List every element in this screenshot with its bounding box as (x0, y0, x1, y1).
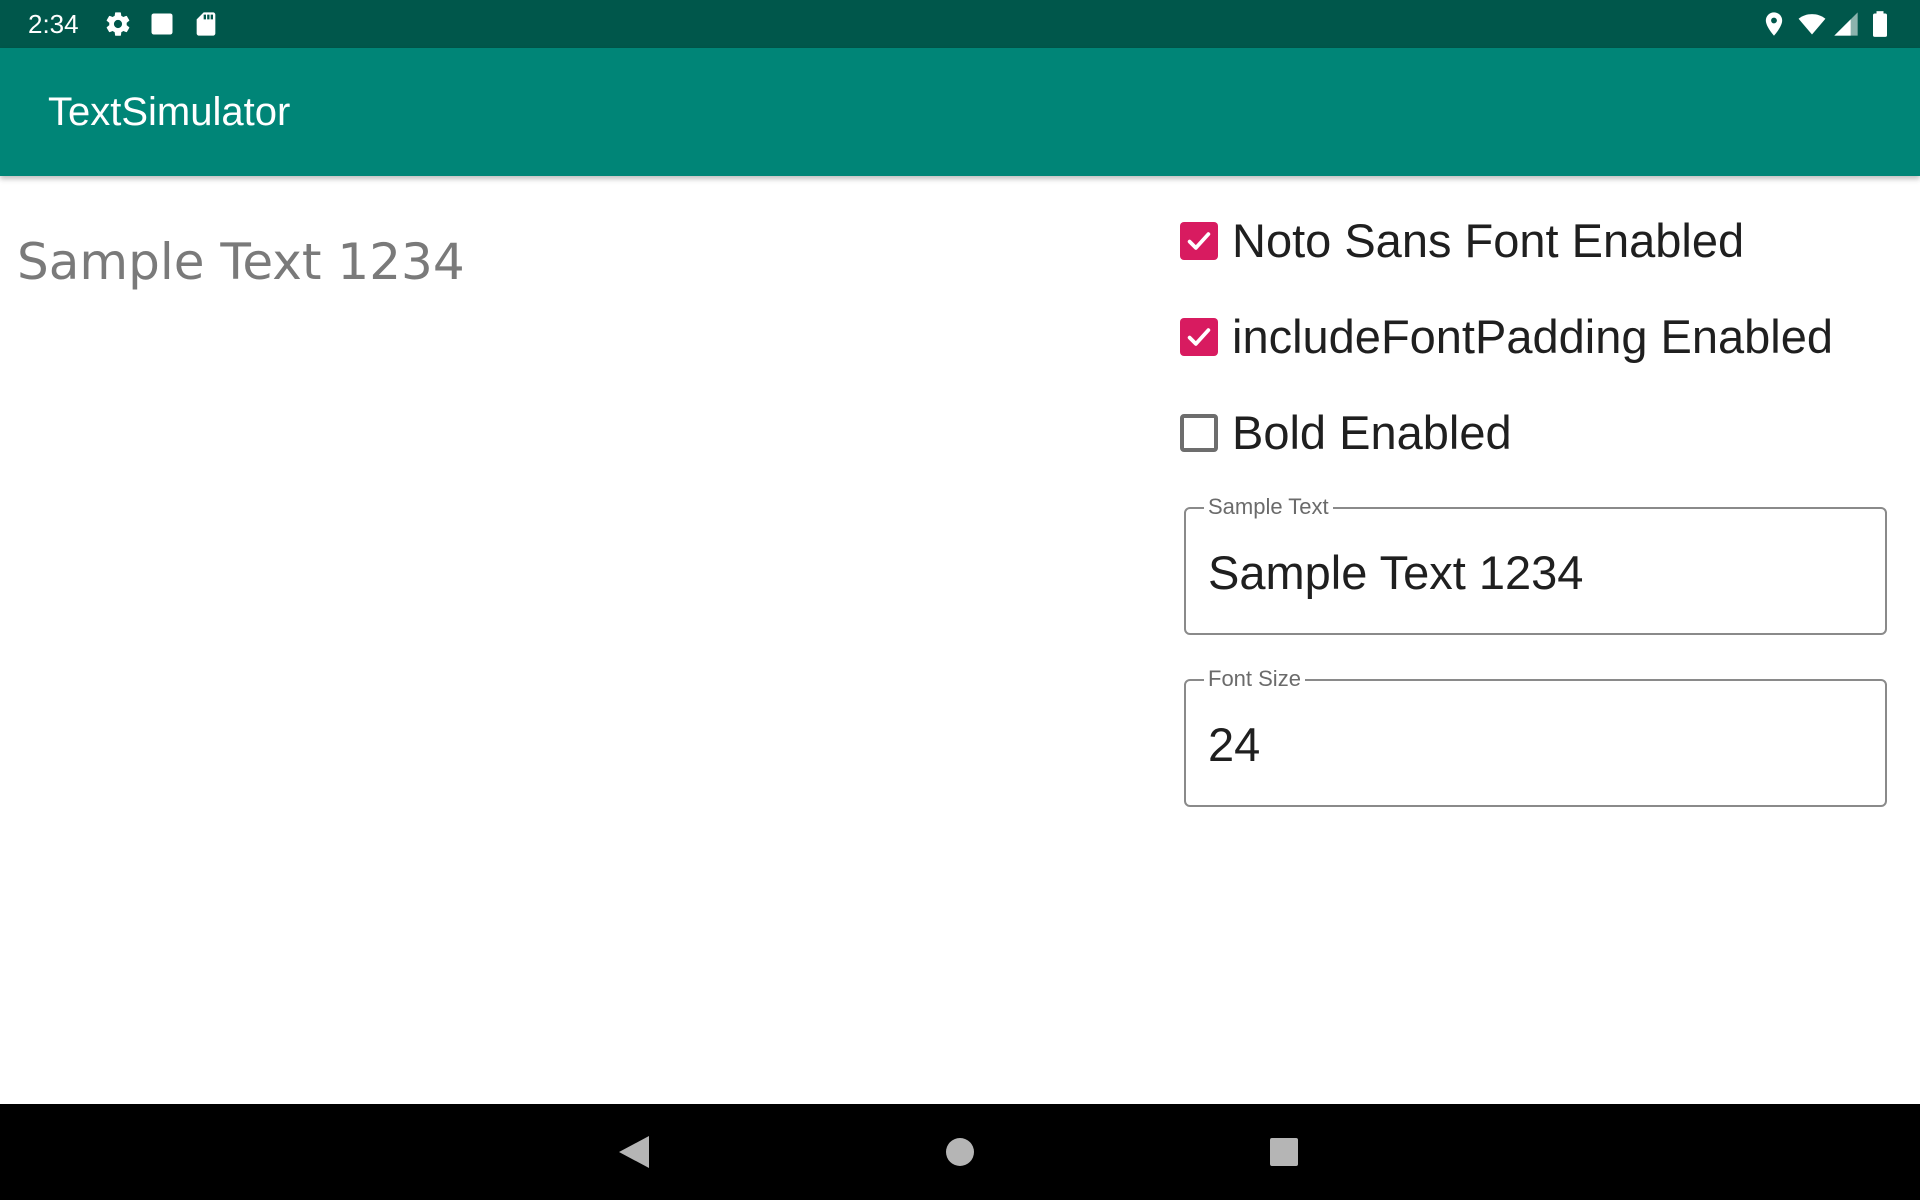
checkmark-icon (1187, 328, 1211, 346)
noto-sans-checkbox[interactable] (1180, 222, 1218, 260)
cell-signal-icon (1832, 10, 1860, 38)
home-icon[interactable] (940, 1132, 980, 1172)
recents-icon[interactable] (1264, 1132, 1304, 1172)
sample-text-field-label: Sample Text (1204, 494, 1333, 520)
bold-checkbox[interactable] (1180, 414, 1218, 452)
bold-option[interactable]: Bold Enabled (1180, 403, 1512, 463)
include-font-padding-label: includeFontPadding Enabled (1232, 310, 1834, 363)
navigation-bar (0, 1104, 1920, 1200)
checkmark-icon (1187, 232, 1211, 250)
bold-label: Bold Enabled (1232, 406, 1512, 459)
font-size-field-label: Font Size (1204, 666, 1305, 692)
status-bar: 2:34 (0, 0, 1920, 48)
noto-sans-label: Noto Sans Font Enabled (1232, 214, 1745, 267)
battery-icon (1866, 10, 1894, 38)
sd-card-icon (192, 10, 220, 38)
status-time: 2:34 (28, 9, 79, 39)
sample-text-input[interactable]: Sample Text 1234 (1208, 545, 1583, 601)
preview-text: Sample Text 1234 (17, 233, 465, 291)
noto-sans-option[interactable]: Noto Sans Font Enabled (1180, 211, 1744, 271)
font-size-input[interactable]: 24 (1208, 717, 1260, 773)
sample-text-field[interactable]: Sample Text Sample Text 1234 (1184, 494, 1887, 635)
include-font-padding-option[interactable]: includeFontPadding Enabled (1180, 307, 1833, 367)
back-icon[interactable] (614, 1132, 654, 1172)
app-bar: TextSimulator (0, 48, 1920, 176)
notification-square-icon (148, 10, 176, 38)
wifi-icon (1798, 10, 1826, 38)
gear-icon (104, 10, 132, 38)
font-size-field[interactable]: Font Size 24 (1184, 666, 1887, 807)
include-font-padding-checkbox[interactable] (1180, 318, 1218, 356)
location-icon (1760, 10, 1788, 38)
app-title: TextSimulator (48, 90, 291, 134)
